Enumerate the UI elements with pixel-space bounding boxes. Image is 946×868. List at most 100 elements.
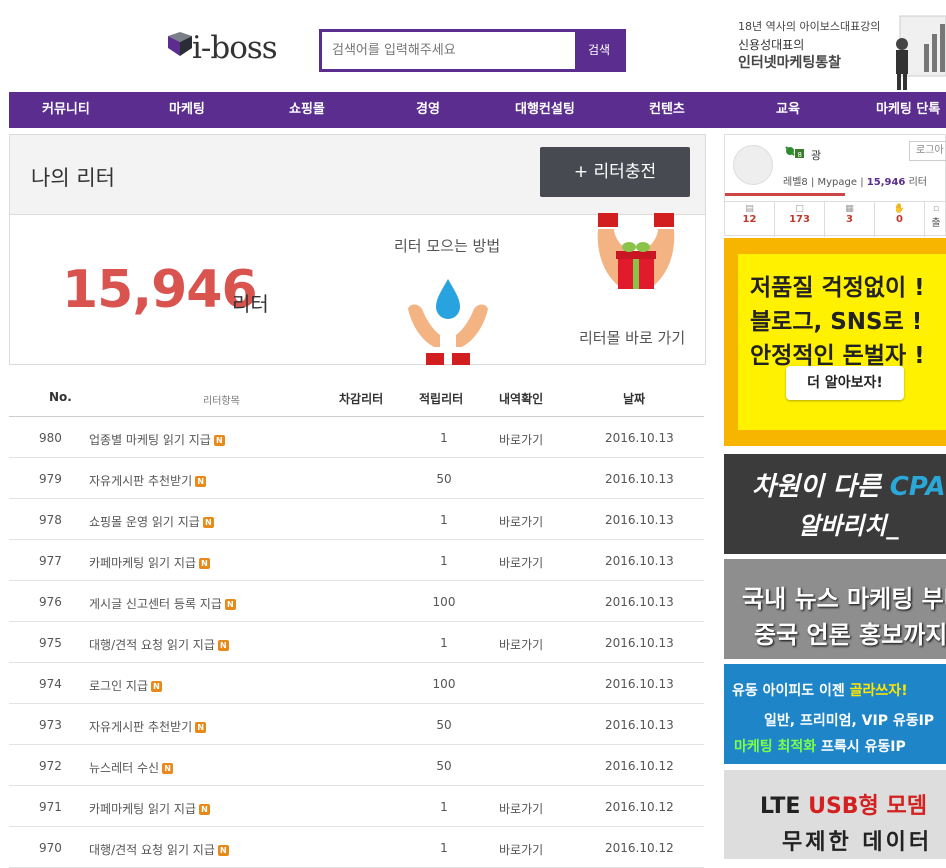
svg-text:8: 8 <box>798 151 802 159</box>
row-date: 2016.10.13 <box>605 595 674 609</box>
stat-comments[interactable]: □ 173 <box>775 202 825 237</box>
row-date: 2016.10.13 <box>605 513 674 527</box>
liter-unit: 리터 <box>232 292 269 316</box>
nav-item-agency[interactable]: 대행컨설팅 <box>515 92 575 128</box>
row-no: 973 <box>39 718 62 732</box>
nav-item-marketing[interactable]: 마케팅 <box>169 92 205 128</box>
row-item[interactable]: 자유게시판 추천받기 N <box>89 718 207 735</box>
level-progress-bar <box>725 193 845 196</box>
row-earn: 100 <box>432 595 456 609</box>
user-points-unit: 리터 <box>908 177 927 188</box>
row-earn: 100 <box>432 677 456 691</box>
ad4-line3-a: 마케팅 최적화 <box>734 739 817 755</box>
new-badge: N <box>217 640 229 651</box>
top-ad-line1: 18년 역사의 아이보스대표강의 <box>738 20 881 33</box>
new-badge: N <box>199 804 210 815</box>
nav-item-education[interactable]: 교육 <box>776 92 800 128</box>
row-history-link[interactable]: 바로가기 <box>499 554 543 571</box>
liter-panel-header: 나의 리터 + 리터충전 <box>10 135 705 215</box>
row-no: 978 <box>39 513 62 527</box>
table-header: No. 리터항목 차감리터 적립리터 내역확인 날짜 <box>9 376 704 417</box>
nav-item-contents[interactable]: 컨텐츠 <box>649 92 685 128</box>
row-earn: 1 <box>440 431 448 445</box>
ad-banner-blog[interactable]: 저품질 걱정없이 ! 블로그, SNS로 ! 안정적인 돈벌자 ! 더 알아보자… <box>724 238 946 446</box>
stat-posts[interactable]: ▤ 12 <box>725 202 775 237</box>
nav-item-shoppingmall[interactable]: 쇼핑몰 <box>289 92 325 128</box>
table-row: 979 자유게시판 추천받기 N 50 2016.10.13 <box>9 458 704 499</box>
ad3-line1: 국내 뉴스 마케팅 부터 <box>742 585 946 613</box>
ad-banner-cpa[interactable]: 차원이 다른 CPA 알바리치_ <box>724 454 946 554</box>
row-item[interactable]: 게시글 신고센터 등록 지급 N <box>89 595 236 612</box>
row-date: 2016.10.12 <box>605 841 674 855</box>
row-no: 980 <box>39 431 62 445</box>
row-item[interactable]: 쇼핑몰 운영 읽기 지급 N <box>89 513 214 530</box>
ad2-line1-a: 차원이 다른 <box>752 472 890 502</box>
user-name[interactable]: 광 <box>811 147 821 163</box>
new-badge: N <box>202 517 214 528</box>
new-badge: N <box>217 845 229 856</box>
user-points[interactable]: 15,946 <box>867 177 906 188</box>
top-banner-ad[interactable]: 18년 역사의 아이보스대표강의 신용성대표의 인터넷마케팅통찰 <box>722 10 946 92</box>
user-level: 레벨8 <box>783 177 808 188</box>
row-item[interactable]: 업종별 마케팅 읽기 지급 N <box>89 431 225 448</box>
site-header: i-boss 검색 18년 역사의 아이보스대표강의 신용성대표의 인터넷마케팅… <box>0 0 946 92</box>
table-row: 970 대행/견적 요청 읽기 지급 N 1 바로가기 2016.10.12 <box>9 827 704 868</box>
stat-posts-value: 12 <box>742 214 757 225</box>
stat-attendance[interactable]: ▫ 출 <box>925 202 946 237</box>
user-info: 레벨8 | Mypage | 15,946 리터 <box>783 173 927 188</box>
nav-item-community[interactable]: 커뮤니티 <box>42 92 90 128</box>
new-badge: N <box>213 435 225 446</box>
ad1-button[interactable]: 더 알아보자! <box>786 366 904 400</box>
table-row: 973 자유게시판 추천받기 N 50 2016.10.13 <box>9 704 704 745</box>
ad-banner-ip[interactable]: 유동 아이피도 이젠 골라쓰자! 일반, 프리미엄, VIP 유동IP 마케팅 … <box>724 664 946 764</box>
water-hands-icon[interactable] <box>406 277 490 367</box>
row-item[interactable]: 자유게시판 추천받기 N <box>89 472 207 489</box>
avatar[interactable] <box>733 145 773 185</box>
row-date: 2016.10.13 <box>605 472 674 486</box>
row-item[interactable]: 대행/견적 요청 읽기 지급 N <box>89 841 229 858</box>
row-no: 976 <box>39 595 62 609</box>
site-logo[interactable]: i-boss <box>166 30 281 70</box>
charge-liter-button[interactable]: + 리터충전 <box>540 147 690 197</box>
ad5-line1: LTE USB형 모뎀 <box>760 788 927 820</box>
row-item[interactable]: 대행/견적 요청 읽기 지급 N <box>89 636 229 653</box>
row-history-link[interactable]: 바로가기 <box>499 431 543 448</box>
main-nav: 커뮤니티 마케팅 쇼핑몰 경영 대행컨설팅 컨텐츠 교육 마케팅 단톡 <box>9 92 946 128</box>
ad-banner-news[interactable]: 국내 뉴스 마케팅 부터 중국 언론 홍보까지! <box>724 559 946 659</box>
gift-hands-icon[interactable] <box>596 213 676 297</box>
ad4-line1: 유동 아이피도 이젠 골라쓰자! <box>732 680 908 700</box>
row-no: 972 <box>39 759 62 773</box>
row-history-link[interactable]: 바로가기 <box>499 800 543 817</box>
row-item[interactable]: 로그인 지급 N <box>89 677 163 694</box>
ad-banner-lte[interactable]: LTE USB형 모뎀 무제한 데이터 <box>724 770 946 859</box>
mypage-link[interactable]: Mypage <box>818 177 858 188</box>
table-row: 977 카페마케팅 읽기 지급 N 1 바로가기 2016.10.13 <box>9 540 704 581</box>
ad4-line1-b: 골라쓰자! <box>849 683 908 699</box>
row-no: 977 <box>39 554 62 568</box>
row-earn: 1 <box>440 554 448 568</box>
search-button[interactable]: 검색 <box>575 32 623 69</box>
new-badge: N <box>162 763 174 774</box>
logout-button[interactable]: 로그아 <box>909 141 946 161</box>
how-to-collect-link[interactable]: 리터 모으는 방법 <box>394 235 500 256</box>
liter-amount: 15,946 <box>62 260 258 320</box>
row-item[interactable]: 카페마케팅 읽기 지급 N <box>89 800 210 817</box>
row-history-link[interactable]: 바로가기 <box>499 513 543 530</box>
stat-scraps[interactable]: ▦ 3 <box>825 202 875 237</box>
row-history-link[interactable]: 바로가기 <box>499 841 543 858</box>
row-item[interactable]: 카페마케팅 읽기 지급 N <box>89 554 210 571</box>
presenter-chart-icon <box>896 15 946 90</box>
liter-mall-link[interactable]: 리터몰 바로 가기 <box>579 327 685 348</box>
stat-likes[interactable]: ✋ 0 <box>875 202 925 237</box>
liter-panel: 나의 리터 + 리터충전 15,946 리터 리터 모으는 방법 리터몰 바로 … <box>9 134 706 365</box>
ad2-line2: 알바리치_ <box>798 512 899 540</box>
hand-icon: ✋ <box>893 204 906 214</box>
table-row: 971 카페마케팅 읽기 지급 N 1 바로가기 2016.10.12 <box>9 786 704 827</box>
col-no: No. <box>49 390 72 404</box>
nav-item-management[interactable]: 경영 <box>416 92 440 128</box>
search-input[interactable] <box>322 32 578 69</box>
nav-item-marketing-chat[interactable]: 마케팅 단톡 <box>876 92 940 128</box>
row-item[interactable]: 뉴스레터 수신 N <box>89 759 174 776</box>
row-earn: 1 <box>440 800 448 814</box>
row-history-link[interactable]: 바로가기 <box>499 636 543 653</box>
